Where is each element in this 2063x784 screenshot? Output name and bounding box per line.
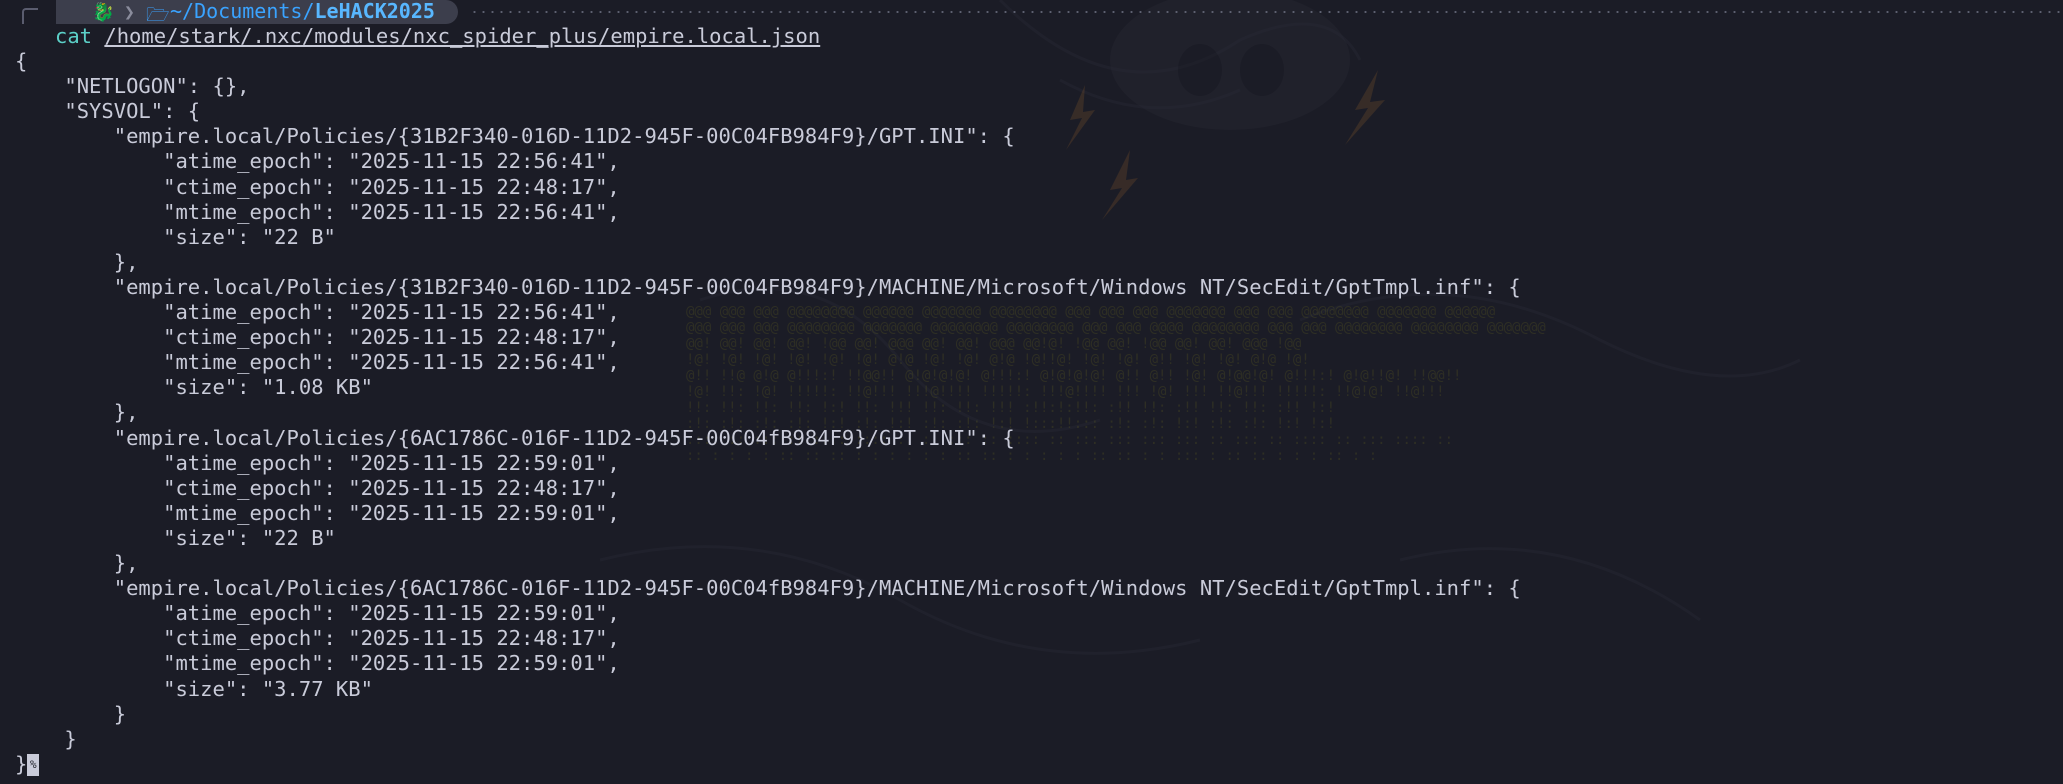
output-line: "size": "3.77 KB" (15, 676, 373, 701)
output-line: "ctime_epoch": "2025-11-15 22:48:17", (15, 626, 620, 651)
path-dirname: LeHACK2025 (314, 0, 435, 23)
output-line: "size": "22 B" (15, 224, 336, 249)
output-line: "atime_epoch": "2025-11-15 22:59:01", (15, 450, 620, 475)
output-line: "size": "22 B" (15, 525, 336, 550)
output-line: "atime_epoch": "2025-11-15 22:56:41", (15, 149, 620, 174)
output-line: "mtime_epoch": "2025-11-15 22:59:01", (15, 500, 620, 525)
output-line: }, (15, 551, 139, 575)
output-line: "ctime_epoch": "2025-11-15 22:48:17", (15, 174, 620, 199)
output-line: { (15, 49, 28, 73)
output-line: "mtime_epoch": "2025-11-15 22:56:41", (15, 350, 620, 375)
prompt-bracket (22, 8, 38, 24)
output-line: }, (15, 249, 139, 274)
output-line: "empire.local/Policies/{6AC1786C-016F-11… (15, 576, 1521, 601)
prompt-filler-dots (470, 11, 2063, 13)
output-line: "empire.local/Policies/{31B2F340-016D-11… (15, 274, 1521, 299)
command-line[interactable]: cat /home/stark/.nxc/modules/nxc_spider_… (55, 24, 820, 49)
output-line: "mtime_epoch": "2025-11-15 22:56:41", (15, 199, 620, 224)
output-line: "SYSVOL": { (15, 99, 201, 124)
output-line: "NETLOGON": {}, (15, 74, 250, 99)
command-argument[interactable]: /home/stark/.nxc/modules/nxc_spider_plus… (104, 24, 820, 48)
prompt-bar: 🐉 ❯ 🗁 ~/Documents/LeHACK2025 (0, 0, 2063, 26)
output-line: }% (15, 752, 40, 777)
output-line: } (15, 726, 77, 751)
current-directory: ~/Documents/LeHACK2025 (170, 0, 435, 23)
output-line: "ctime_epoch": "2025-11-15 22:48:17", (15, 475, 620, 500)
path-prefix: ~/Documents/ (170, 0, 315, 23)
terminal-window: 🐉 ❯ 🗁 ~/Documents/LeHACK2025 cat /home/s… (0, 0, 2063, 784)
kali-dragon-icon: 🐉 (92, 2, 115, 23)
output-line: "ctime_epoch": "2025-11-15 22:48:17", (15, 325, 620, 350)
output-line: }, (15, 400, 139, 425)
command-name: cat (55, 24, 93, 48)
output-line: "atime_epoch": "2025-11-15 22:56:41", (15, 300, 620, 324)
output-line: "empire.local/Policies/{31B2F340-016D-11… (15, 124, 1015, 149)
terminal-cursor: % (27, 753, 40, 776)
output-line: "size": "1.08 KB" (15, 375, 373, 400)
output-line: "empire.local/Policies/{6AC1786C-016F-11… (15, 425, 1015, 450)
output-line: } (15, 701, 127, 726)
output-line: "atime_epoch": "2025-11-15 22:59:01", (15, 601, 620, 626)
chevron-right-icon: ❯ (124, 2, 135, 23)
output-line: "mtime_epoch": "2025-11-15 22:59:01", (15, 651, 620, 676)
